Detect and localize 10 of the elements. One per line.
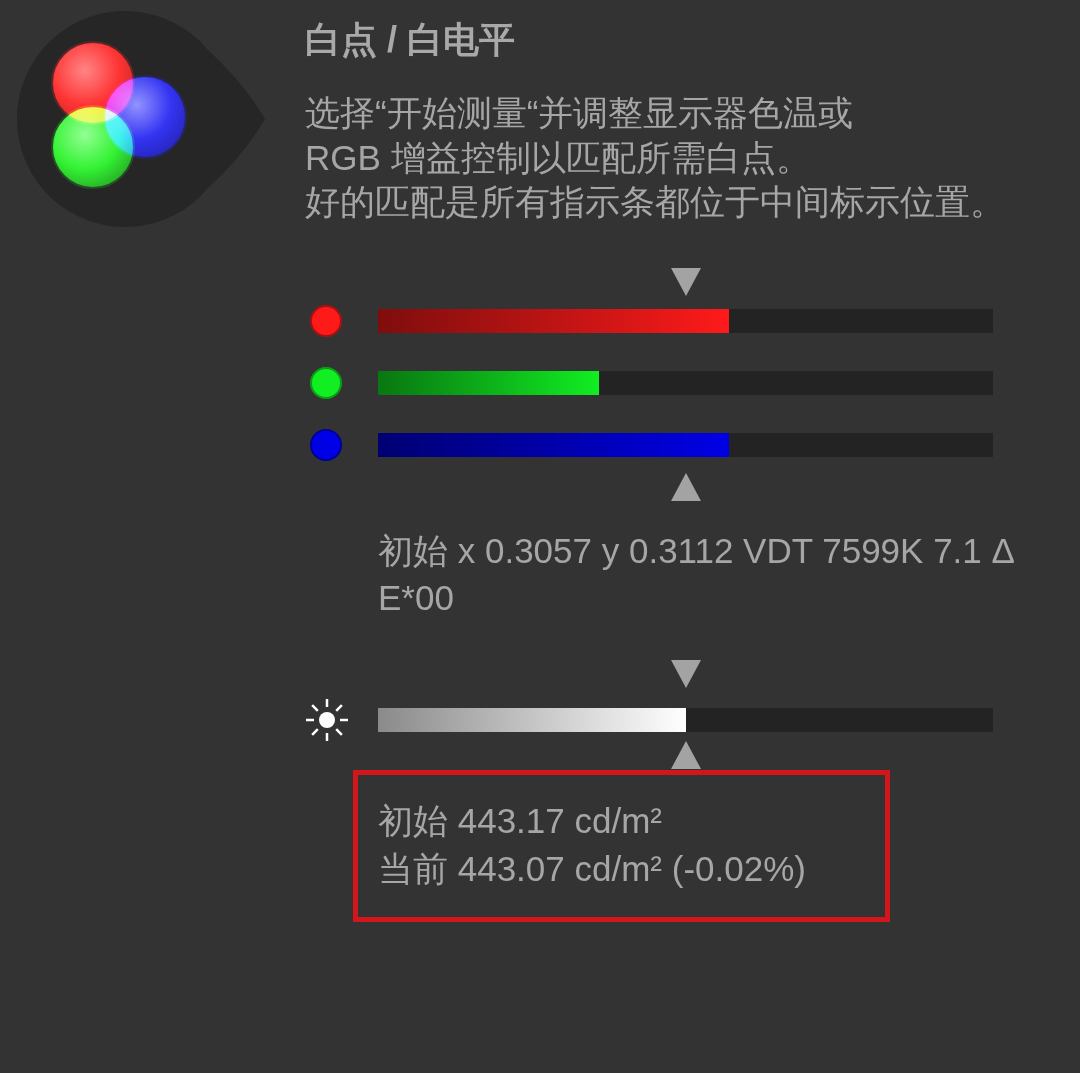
- section-title: 白点 / 白电平: [305, 18, 515, 62]
- triangle-up-icon: [670, 472, 701, 501]
- luminance-reading: 初始 443.17 cd/m²: [378, 799, 662, 842]
- instructions-text: 选择“开始测量“并调整显示器色温或 RGB 增益控制以匹配所需白点。 好的匹配是所有指示条都位于中间标示位置。: [305, 92, 1005, 223]
- brightness-icon: [305, 697, 349, 742]
- triangle-down-icon: [670, 267, 701, 296]
- triangle-up-icon: [670, 740, 701, 769]
- chromaticity-reading: 初始 x 0.3057 y 0.3112 VDT 7599K 7.1 Δ E*00: [378, 529, 1015, 619]
- luminance-reading: 当前 443.07 cd/m² (-0.02%): [378, 847, 806, 890]
- triangle-down-icon: [670, 659, 701, 688]
